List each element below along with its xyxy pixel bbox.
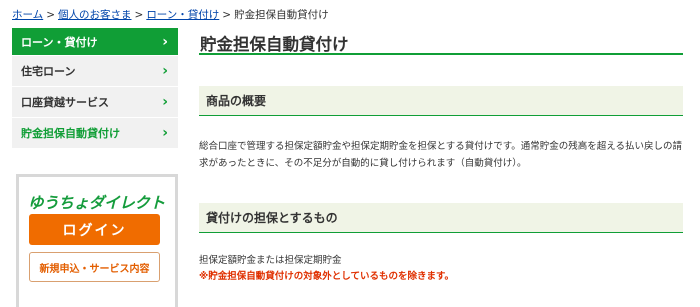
collateral-note: ※貯金担保自動貸付けの対象外としているものを除きます。 bbox=[199, 271, 455, 282]
sidebar-item-label: 住宅ローン bbox=[21, 65, 76, 78]
sidebar-item-overdraft[interactable]: 口座貸越サービス › bbox=[12, 87, 178, 118]
breadcrumb-personal-link[interactable]: 個人のお客さま bbox=[58, 9, 132, 21]
sidebar-item-label: 貯金担保自動貸付け bbox=[21, 127, 120, 140]
login-button[interactable]: ログイン bbox=[29, 214, 160, 245]
breadcrumb: ホーム > 個人のお客さま > ローン・貸付け > 貯金担保自動貸付け bbox=[12, 7, 329, 22]
chevron-right-icon: › bbox=[162, 33, 168, 50]
chevron-right-icon: › bbox=[162, 125, 168, 141]
breadcrumb-separator: > bbox=[46, 9, 55, 21]
breadcrumb-separator: > bbox=[134, 9, 144, 21]
collateral-text: 担保定額貯金または担保定期貯金 bbox=[199, 255, 342, 266]
chevron-right-icon: › bbox=[162, 63, 168, 79]
main-content: 貯金担保自動貸付け 商品の概要 総合口座で管理する担保定額貯金や担保定期貯金を担… bbox=[199, 28, 683, 282]
yucho-direct-banner: ゆうちょダイレクト ログイン 新規申込・サービス内容 bbox=[16, 174, 178, 307]
signup-button[interactable]: 新規申込・サービス内容 bbox=[29, 252, 160, 282]
sidebar-item-loans[interactable]: ローン・貸付け › bbox=[12, 28, 178, 56]
sidebar-item-label: 口座貸越サービス bbox=[21, 96, 109, 109]
sidebar-nav: ローン・貸付け › 住宅ローン › 口座貸越サービス › 貯金担保自動貸付け › bbox=[12, 28, 178, 149]
section-heading-overview: 商品の概要 bbox=[199, 86, 683, 116]
yucho-direct-logo: ゆうちょダイレクト bbox=[28, 194, 165, 212]
breadcrumb-home-link[interactable]: ホーム bbox=[12, 9, 43, 21]
overview-text: 総合口座で管理する担保定額貯金や担保定期貯金を担保とする貸付けです。通常貯金の残… bbox=[199, 141, 682, 169]
sidebar-item-label: ローン・貸付け bbox=[21, 35, 98, 49]
breadcrumb-current: 貯金担保自動貸付け bbox=[234, 9, 329, 21]
page-title: 貯金担保自動貸付け bbox=[199, 28, 683, 55]
sidebar-item-auto-loan[interactable]: 貯金担保自動貸付け › bbox=[12, 118, 178, 149]
chevron-right-icon: › bbox=[162, 94, 168, 110]
sidebar-item-home-loan[interactable]: 住宅ローン › bbox=[12, 56, 178, 87]
section-heading-collateral: 貸付けの担保とするもの bbox=[199, 203, 683, 233]
breadcrumb-separator: > bbox=[222, 9, 232, 21]
breadcrumb-loans-link[interactable]: ローン・貸付け bbox=[146, 9, 219, 21]
